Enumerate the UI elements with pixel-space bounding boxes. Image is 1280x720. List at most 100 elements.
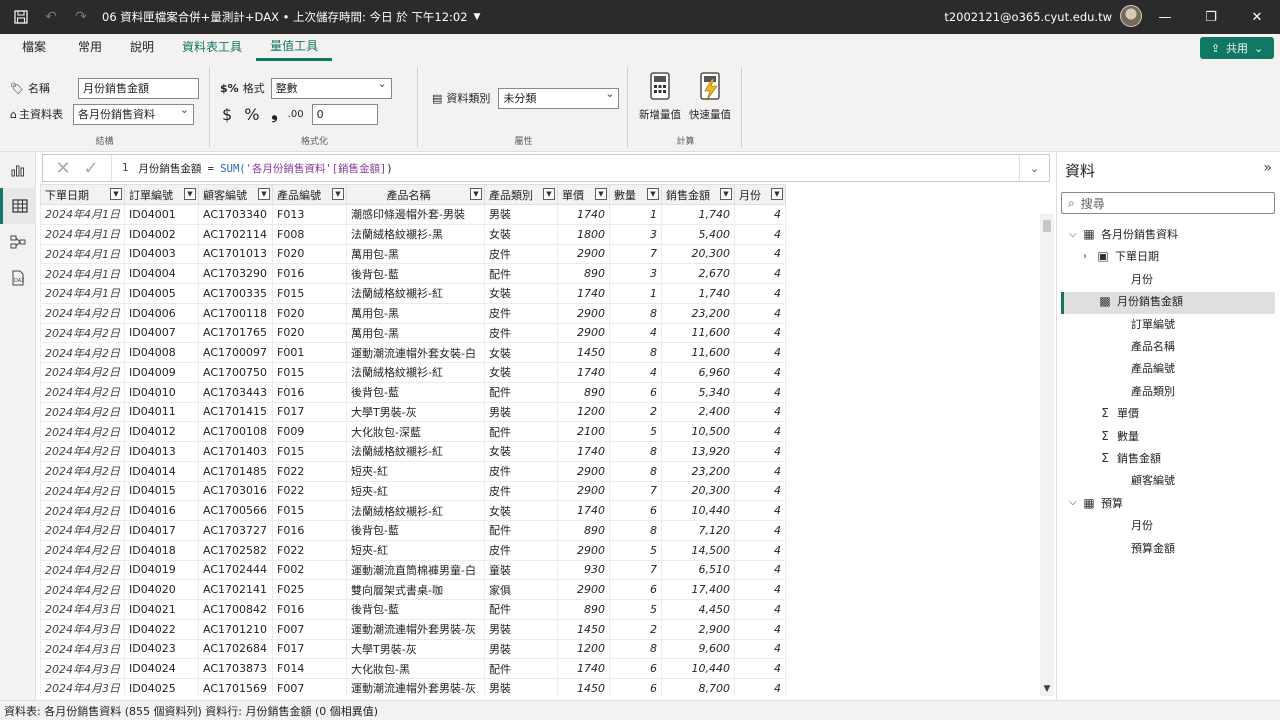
- table-cell[interactable]: 萬用包-黑: [346, 243, 485, 265]
- table-cell[interactable]: AC1700335: [198, 283, 273, 304]
- field-item[interactable]: 月份: [1111, 515, 1153, 535]
- table-cell[interactable]: 大化妝包-深藍: [346, 421, 485, 442]
- table-cell[interactable]: 4: [609, 322, 662, 344]
- table-cell[interactable]: 配件: [484, 421, 558, 442]
- table-row[interactable]: 2024年4月2日 ID04014 AC1701485 F022 短夾-紅 皮件 2900 8…: [40, 460, 786, 482]
- vertical-scrollbar[interactable]: ▼: [1040, 214, 1054, 696]
- table-cell[interactable]: AC1701485: [198, 460, 273, 482]
- chevron-right-icon[interactable]: ›: [1083, 251, 1095, 262]
- table-cell[interactable]: 皮件: [484, 539, 558, 561]
- table-cell[interactable]: 2024年4月2日: [40, 480, 125, 502]
- data-category-select[interactable]: 未分類: [498, 87, 620, 109]
- currency-icon[interactable]: $: [222, 105, 232, 124]
- cancel-formula-icon[interactable]: ✕: [49, 155, 77, 181]
- field-item[interactable]: ▩ 月份銷售金額: [1097, 291, 1183, 311]
- chevron-down-icon[interactable]: ⌵: [1069, 229, 1081, 240]
- table-cell[interactable]: 女裝: [484, 500, 558, 521]
- table-row[interactable]: 2024年4月1日 ID04003 AC1701013 F020 萬用包-黑 皮件 2900…: [40, 243, 786, 265]
- table-cell[interactable]: 10,500: [661, 421, 735, 442]
- field-item[interactable]: Σ 單價: [1097, 403, 1139, 423]
- table-cell[interactable]: 4: [734, 579, 786, 600]
- table-cell[interactable]: 6,510: [661, 559, 735, 581]
- table-cell[interactable]: 2: [609, 401, 662, 423]
- table-cell[interactable]: 法蘭絨格紋襯衫-黑: [346, 223, 485, 245]
- table-cell[interactable]: 皮件: [484, 322, 558, 344]
- formula-bar[interactable]: ✕ ✓ 1 月份銷售金額 = SUM('各月份銷售資料'[銷售金額]) ⌄: [42, 154, 1050, 182]
- column-header[interactable]: 銷售金額 ▼: [661, 184, 735, 205]
- table-row[interactable]: 2024年4月2日 ID04009 AC1700750 F015 法蘭絨格紋襯衫-紅 女裝…: [40, 362, 786, 383]
- field-item[interactable]: ⌵ ▦ 各月份銷售資料: [1069, 224, 1178, 244]
- table-row[interactable]: 2024年4月2日 ID04013 AC1701403 F015 法蘭絨格紋襯衫-紅 女裝…: [40, 441, 786, 462]
- table-cell[interactable]: 1: [609, 283, 662, 304]
- table-row[interactable]: 2024年4月3日 ID04021 AC1700842 F016 後背包-藍 配件 890 5…: [40, 599, 786, 620]
- table-cell[interactable]: F016: [272, 381, 347, 403]
- table-cell[interactable]: 2024年4月2日: [40, 520, 125, 541]
- table-cell[interactable]: AC1701210: [198, 618, 273, 640]
- table-cell[interactable]: 4: [734, 381, 786, 403]
- table-cell[interactable]: 男裝: [484, 678, 558, 696]
- table-cell[interactable]: 1800: [557, 223, 610, 245]
- table-cell[interactable]: ID04014: [124, 460, 199, 482]
- table-cell[interactable]: 皮件: [484, 460, 558, 482]
- table-row[interactable]: 2024年4月3日 ID04023 AC1702684 F017 大學T男裝-灰 男裝 12…: [40, 638, 786, 660]
- table-cell[interactable]: 6: [609, 381, 662, 403]
- table-cell[interactable]: F015: [272, 500, 347, 521]
- table-cell[interactable]: AC1700108: [198, 421, 273, 442]
- table-cell[interactable]: 4: [734, 223, 786, 245]
- table-row[interactable]: 2024年4月1日 ID04001 AC1703340 F013 潮感印條邊帽外套-男裝…: [40, 204, 786, 225]
- filter-dropdown-icon[interactable]: ▼: [543, 188, 555, 200]
- collapse-pane-icon[interactable]: »: [1263, 160, 1272, 176]
- table-cell[interactable]: 2024年4月2日: [40, 322, 125, 344]
- table-cell[interactable]: 男裝: [484, 401, 558, 423]
- table-cell[interactable]: 4: [734, 559, 786, 581]
- table-cell[interactable]: 2900: [557, 579, 610, 600]
- tab-measure-tools[interactable]: 量值工具: [256, 34, 333, 61]
- table-row[interactable]: 2024年4月2日 ID04017 AC1703727 F016 後背包-藍 配件 890 8…: [40, 520, 786, 541]
- table-cell[interactable]: 17,400: [661, 579, 735, 600]
- table-cell[interactable]: 家俱: [484, 579, 558, 600]
- table-cell[interactable]: 4: [734, 539, 786, 561]
- table-cell[interactable]: 男裝: [484, 618, 558, 640]
- table-cell[interactable]: 890: [557, 381, 610, 403]
- table-cell[interactable]: ID04008: [124, 342, 199, 363]
- table-cell[interactable]: 1200: [557, 401, 610, 423]
- table-cell[interactable]: 潮感印條邊帽外套-男裝: [346, 204, 485, 225]
- filter-dropdown-icon[interactable]: ▼: [771, 188, 783, 200]
- table-cell[interactable]: 5: [609, 539, 662, 561]
- table-row[interactable]: 2024年4月2日 ID04016 AC1700566 F015 法蘭絨格紋襯衫-紅 女裝…: [40, 500, 786, 521]
- table-cell[interactable]: AC1702141: [198, 579, 273, 600]
- table-cell[interactable]: 1450: [557, 618, 610, 640]
- table-cell[interactable]: 運動潮流連帽外套女裝-白: [346, 342, 485, 363]
- table-row[interactable]: 2024年4月2日 ID04011 AC1701415 F017 大學T男裝-灰 男裝 12…: [40, 401, 786, 423]
- column-header[interactable]: 顧客編號 ▼: [198, 184, 273, 205]
- table-cell[interactable]: 890: [557, 520, 610, 541]
- table-cell[interactable]: 2024年4月2日: [40, 342, 125, 363]
- table-cell[interactable]: 13,920: [661, 441, 735, 462]
- table-cell[interactable]: 2024年4月3日: [40, 638, 125, 660]
- table-cell[interactable]: ID04003: [124, 243, 199, 265]
- table-cell[interactable]: 4: [734, 302, 786, 324]
- table-cell[interactable]: 女裝: [484, 342, 558, 363]
- table-cell[interactable]: AC1702684: [198, 638, 273, 660]
- table-cell[interactable]: AC1700566: [198, 500, 273, 521]
- table-cell[interactable]: F015: [272, 283, 347, 304]
- column-header[interactable]: 訂單編號 ▼: [124, 184, 199, 205]
- table-cell[interactable]: ID04001: [124, 204, 199, 225]
- table-cell[interactable]: 6: [609, 658, 662, 679]
- table-cell[interactable]: ID04016: [124, 500, 199, 521]
- comma-icon[interactable]: ❟: [271, 104, 277, 124]
- column-header[interactable]: 單價 ▼: [557, 184, 610, 205]
- table-cell[interactable]: 6: [609, 678, 662, 696]
- column-header[interactable]: 數量 ▼: [609, 184, 662, 205]
- table-cell[interactable]: 8: [609, 342, 662, 363]
- table-cell[interactable]: 5,340: [661, 381, 735, 403]
- table-cell[interactable]: AC1702444: [198, 559, 273, 581]
- table-cell[interactable]: 2024年4月2日: [40, 381, 125, 403]
- table-cell[interactable]: 9,600: [661, 638, 735, 660]
- dax-query-view-icon[interactable]: DAX: [0, 260, 36, 296]
- table-cell[interactable]: ID04013: [124, 441, 199, 462]
- table-cell[interactable]: 後背包-藍: [346, 520, 485, 541]
- table-row[interactable]: 2024年4月3日 ID04025 AC1701569 F007 運動潮流連帽外套男裝-…: [40, 678, 786, 696]
- tab-help[interactable]: 說明: [116, 34, 168, 61]
- table-cell[interactable]: F001: [272, 342, 347, 363]
